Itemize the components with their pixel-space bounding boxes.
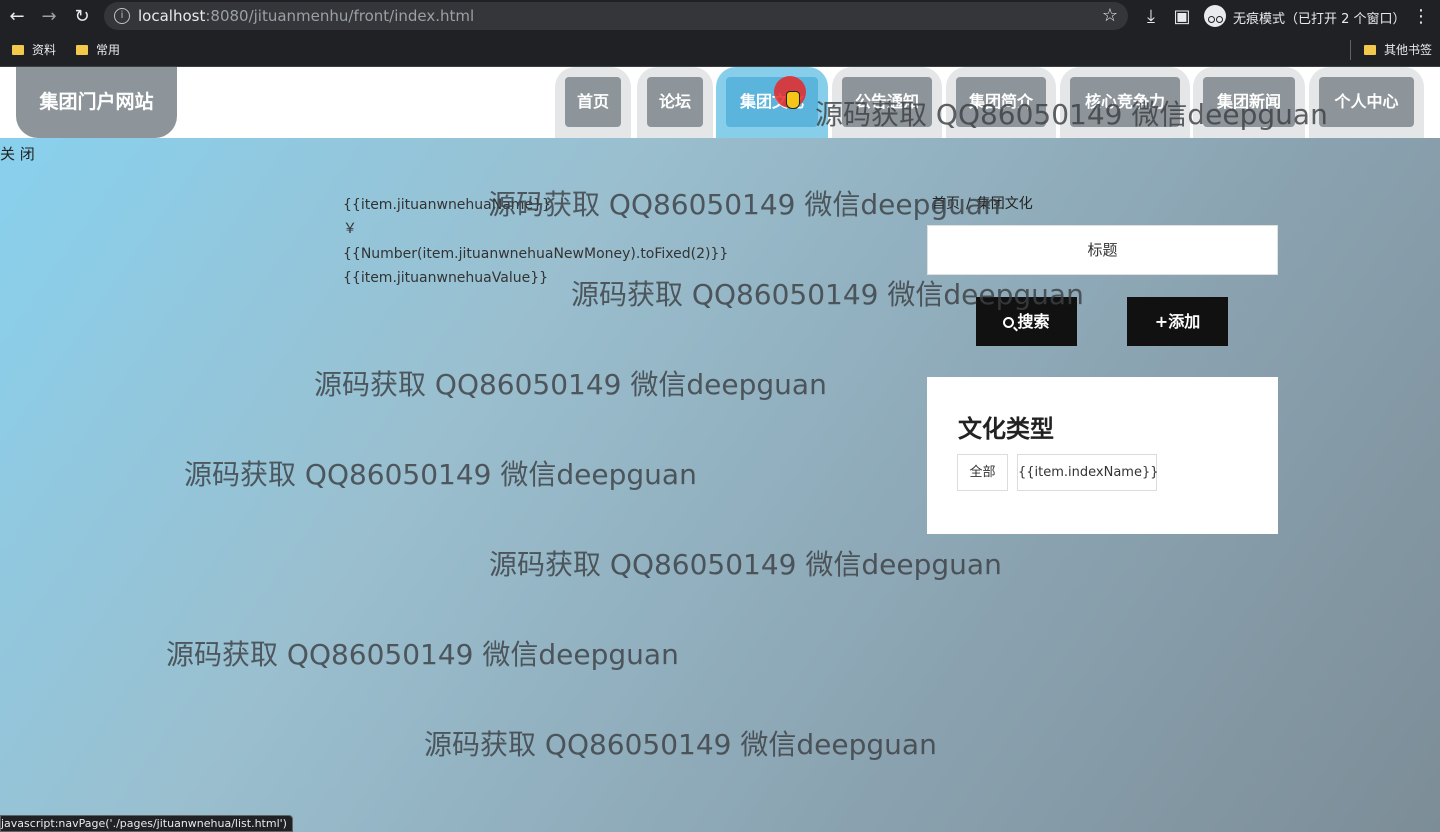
bookmark-folder[interactable]: 常用 <box>76 41 120 58</box>
other-bookmarks[interactable]: 其他书签 <box>1364 41 1432 58</box>
incognito-label[interactable]: 无痕模式（已打开 2 个窗口） <box>1233 8 1406 27</box>
item-name[interactable]: {{item.jituanwnehuaName}} <box>343 196 551 214</box>
bookmark-star-icon[interactable]: ☆ <box>1102 5 1118 26</box>
page-content: 集团门户网站 首页 论坛 集团文化 公告通知 集团简介 核心竞争力 集团新闻 个… <box>0 67 1440 832</box>
add-button[interactable]: +添加 <box>1127 297 1228 346</box>
breadcrumb-separator: / <box>966 196 971 212</box>
bookmark-divider <box>1350 40 1351 60</box>
url-text: localhost:8080/jituanmenhu/front/index.h… <box>138 7 475 25</box>
folder-icon <box>76 45 88 55</box>
menu-icon[interactable]: ⋮ <box>1410 6 1432 28</box>
close-button[interactable]: 关 闭 <box>0 143 35 164</box>
hand-cursor-icon <box>786 91 800 109</box>
watermark: 源码获取 QQ86050149 微信deepguan <box>489 548 1002 581</box>
bookmark-folder[interactable]: 资料 <box>12 41 56 58</box>
status-bar-url: javascript:navPage('./pages/jituanwnehua… <box>0 815 293 832</box>
nav-home[interactable]: 首页 <box>555 67 631 138</box>
watermark: 源码获取 QQ86050149 微信deepguan <box>314 368 827 401</box>
currency-symbol: ￥ <box>343 221 357 237</box>
watermark: 源码获取 QQ86050149 微信deepguan <box>166 638 679 671</box>
incognito-icon[interactable] <box>1204 5 1226 27</box>
search-icon <box>1003 317 1015 328</box>
breadcrumb-home[interactable]: 首页 <box>932 196 960 212</box>
watermark: 源码获取 QQ86050149 微信deepguan <box>184 458 697 491</box>
nav-notices[interactable]: 公告通知 <box>832 67 942 138</box>
nav-forum[interactable]: 论坛 <box>637 67 713 138</box>
side-panel-icon[interactable]: ▣ <box>1171 6 1193 28</box>
site-header: 集团门户网站 首页 论坛 集团文化 公告通知 集团简介 核心竞争力 集团新闻 个… <box>0 67 1440 138</box>
title-search-input[interactable]: 标题 <box>927 225 1278 275</box>
bookmarks-bar: 资料 常用 其他书签 <box>0 34 1440 67</box>
nav-intro[interactable]: 集团简介 <box>946 67 1056 138</box>
folder-icon <box>12 45 24 55</box>
nav-profile[interactable]: 个人中心 <box>1309 67 1424 138</box>
search-button[interactable]: 搜索 <box>976 297 1077 346</box>
type-chip[interactable]: {{item.indexName}} <box>1017 454 1159 491</box>
nav-culture[interactable]: 集团文化 <box>716 67 828 138</box>
folder-icon <box>1364 45 1376 55</box>
site-logo[interactable]: 集团门户网站 <box>16 67 177 138</box>
browser-toolbar: ← → ↻ i localhost:8080/jituanmenhu/front… <box>0 0 1440 34</box>
forward-icon[interactable]: → <box>38 6 60 28</box>
address-bar[interactable]: i localhost:8080/jituanmenhu/front/index… <box>104 2 1128 30</box>
breadcrumb: 首页 / 集团文化 <box>932 193 1033 213</box>
panel-title: 文化类型 <box>958 415 1054 443</box>
site-info-icon[interactable]: i <box>114 8 130 24</box>
nav-core-competence[interactable]: 核心竞争力 <box>1060 67 1190 138</box>
download-icon[interactable]: ⤓ <box>1140 6 1162 28</box>
culture-type-panel: 文化类型 全部 {{item.indexName}} <box>927 377 1278 534</box>
nav-news[interactable]: 集团新闻 <box>1193 67 1305 138</box>
type-chip-all[interactable]: 全部 <box>957 454 1008 491</box>
watermark: 源码获取 QQ86050149 微信deepguan <box>424 728 937 761</box>
watermark: 源码获取 QQ86050149 微信deepguan <box>488 188 1001 221</box>
back-icon[interactable]: ← <box>6 6 28 28</box>
item-price: {{Number(item.jituanwnehuaNewMoney).toFi… <box>343 246 729 262</box>
breadcrumb-current: 集团文化 <box>976 196 1033 212</box>
reload-icon[interactable]: ↻ <box>71 6 93 28</box>
item-value: {{item.jituanwnehuaValue}} <box>343 270 549 286</box>
